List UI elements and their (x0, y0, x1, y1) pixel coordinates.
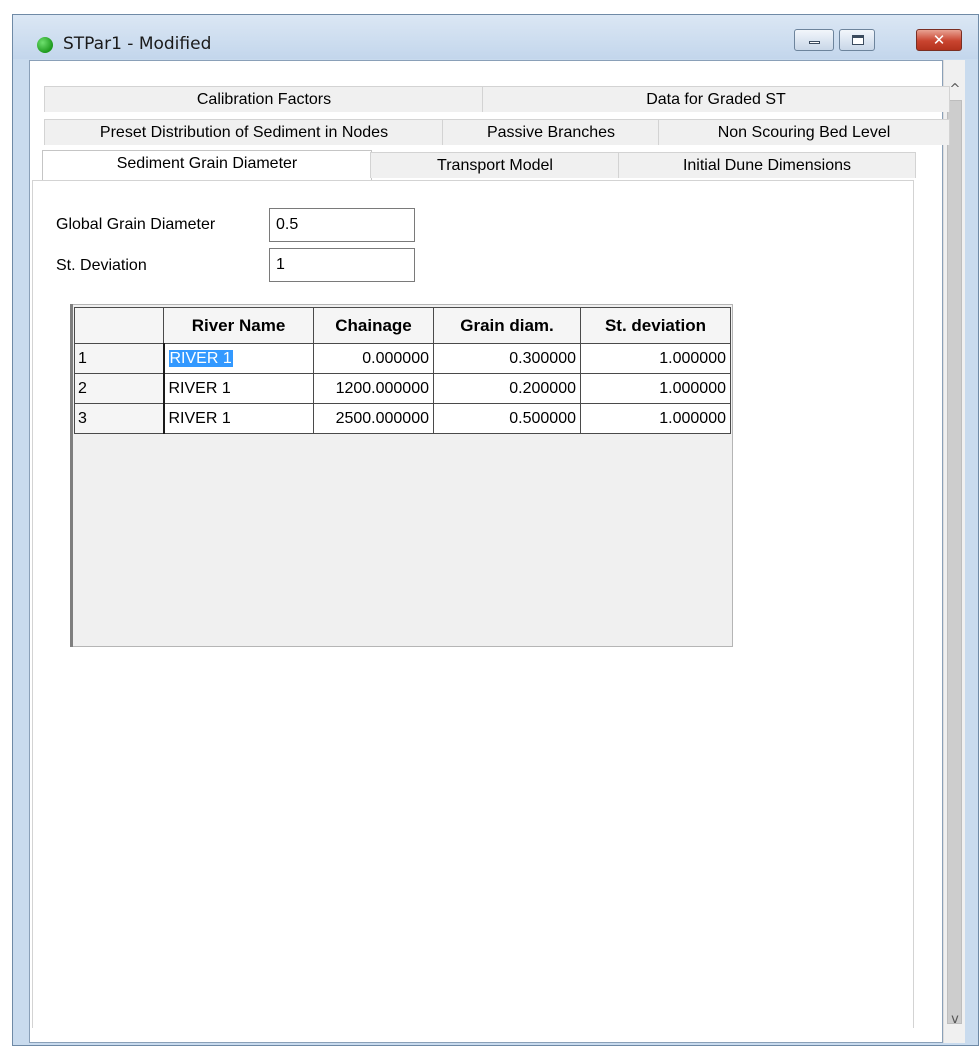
st-deviation-cell[interactable]: 1.000000 (580, 373, 731, 404)
maximize-icon (852, 35, 864, 45)
st-deviation-cell[interactable]: 1.000000 (580, 403, 731, 434)
tab-calibration-factors[interactable]: Calibration Factors (44, 86, 484, 112)
table-row: 2 RIVER 1 1200.000000 0.200000 1.000000 (74, 373, 731, 404)
column-header-st-deviation[interactable]: St. deviation (580, 307, 731, 344)
grain-diam-cell[interactable]: 0.300000 (433, 343, 581, 374)
scroll-thumb[interactable] (947, 100, 962, 1024)
column-header-grain-diam[interactable]: Grain diam. (433, 307, 581, 344)
grid-edge (70, 304, 73, 647)
tab-transport-model[interactable]: Transport Model (370, 152, 620, 178)
chainage-cell[interactable]: 0.000000 (313, 343, 434, 374)
column-header-river-name[interactable]: River Name (163, 307, 314, 344)
table-header-row: River Name Chainage Grain diam. St. devi… (74, 307, 731, 344)
grain-diam-cell[interactable]: 0.500000 (433, 403, 581, 434)
tab-initial-dune-dimensions[interactable]: Initial Dune Dimensions (618, 152, 916, 178)
chainage-cell[interactable]: 1200.000000 (313, 373, 434, 404)
tab-preset-distribution[interactable]: Preset Distribution of Sediment in Nodes (44, 119, 444, 145)
row-index-cell[interactable]: 2 (74, 373, 165, 404)
row-index-cell[interactable]: 3 (74, 403, 165, 434)
st-deviation-label: St. Deviation (56, 257, 147, 274)
tab-sediment-grain-diameter[interactable]: Sediment Grain Diameter (42, 150, 372, 180)
st-deviation-input[interactable]: 1 (269, 248, 415, 282)
global-grain-diameter-input[interactable]: 0.5 (269, 208, 415, 242)
minimize-icon (809, 41, 820, 44)
maximize-button[interactable] (839, 29, 875, 51)
table-row: 1 RIVER 1 0.000000 0.300000 1.000000 (74, 343, 731, 374)
grain-table: River Name Chainage Grain diam. St. devi… (74, 307, 731, 434)
tab-passive-branches[interactable]: Passive Branches (442, 119, 660, 145)
app-status-icon (37, 37, 53, 53)
window-title: STPar1 - Modified (63, 34, 212, 54)
table-row: 3 RIVER 1 2500.000000 0.500000 1.000000 (74, 403, 731, 434)
river-name-cell[interactable]: RIVER 1 (163, 403, 314, 434)
grain-diam-cell[interactable]: 0.200000 (433, 373, 581, 404)
selected-cell-text[interactable]: RIVER 1 (168, 349, 233, 367)
row-index-cell[interactable]: 1 (74, 343, 165, 374)
st-deviation-cell[interactable]: 1.000000 (580, 343, 731, 374)
column-header-chainage[interactable]: Chainage (313, 307, 434, 344)
tab-data-for-graded-st[interactable]: Data for Graded ST (482, 86, 950, 112)
column-header-index[interactable] (74, 307, 164, 344)
minimize-button[interactable] (794, 29, 834, 51)
river-name-cell[interactable]: RIVER 1 (163, 343, 314, 374)
river-name-cell[interactable]: RIVER 1 (163, 373, 314, 404)
close-button[interactable]: ✕ (916, 29, 962, 51)
chainage-cell[interactable]: 2500.000000 (313, 403, 434, 434)
close-icon: ✕ (932, 31, 946, 49)
vertical-scrollbar[interactable]: ^ v (943, 60, 965, 1043)
global-grain-diameter-label: Global Grain Diameter (56, 216, 216, 233)
tab-non-scouring-bed-level[interactable]: Non Scouring Bed Level (658, 119, 950, 145)
title-bar[interactable]: STPar1 - Modified ✕ (13, 15, 978, 59)
scroll-down-icon[interactable]: v (944, 1012, 966, 1027)
